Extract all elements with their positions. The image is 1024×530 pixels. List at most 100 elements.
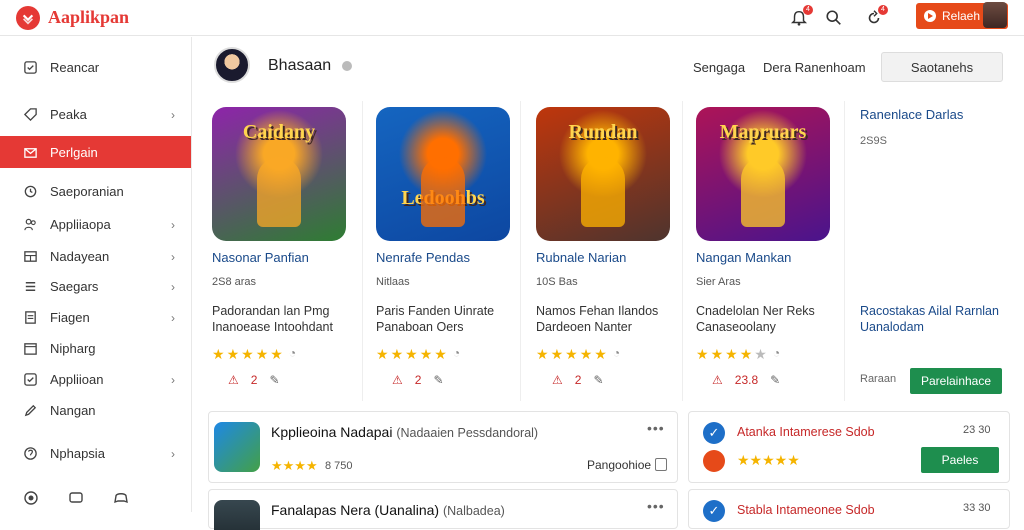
user-avatar[interactable]: [983, 2, 1007, 28]
star-icon: ★: [212, 346, 225, 362]
app-artwork[interactable]: Ledoohbs: [376, 107, 510, 241]
star-icon: ★: [376, 346, 389, 362]
chat-icon[interactable]: [67, 489, 85, 507]
notification-bell-icon[interactable]: 4: [787, 5, 813, 30]
promo-title[interactable]: Ranenlace Darlas: [860, 107, 963, 122]
app-name[interactable]: Rubnale Narian: [536, 250, 626, 265]
search-icon[interactable]: [822, 6, 846, 30]
mail-icon: [22, 144, 38, 160]
checkbox-icon: [22, 59, 38, 75]
sidebar-item[interactable]: Nphapsia ›: [0, 437, 191, 469]
app-stats: ⚠ 2 ✎: [392, 373, 444, 387]
checkbox-icon: [22, 371, 38, 387]
pen-icon[interactable]: ✎: [269, 373, 279, 387]
sidebar-item[interactable]: Nadayean ›: [0, 240, 191, 272]
rating-count: 8 750: [325, 460, 353, 472]
app-artwork[interactable]: Caidany: [212, 107, 346, 241]
app-description: Padorandan lan Pmg Inanoease Intoohdant: [212, 304, 333, 334]
promo-desc[interactable]: Racostakas Ailal Rarnlan Uanalodam: [860, 303, 1010, 335]
star-icon: ★: [579, 346, 593, 362]
app-card[interactable]: Caidany Nasonar Panfian 2S8 aras Padorandan…: [192, 97, 352, 437]
news-count: 23 30: [963, 424, 991, 436]
comment-icon[interactable]: ◔: [773, 346, 780, 363]
divider: [362, 101, 363, 401]
grid-icon: [22, 248, 38, 264]
sidebar-item[interactable]: Appliiaopa ›: [0, 208, 191, 240]
artwork-title: Caidany: [242, 121, 316, 143]
hero-figure: [421, 157, 465, 227]
alert-icon: ⚠: [392, 373, 403, 387]
sidebar-item-label: Perlgain: [50, 144, 98, 160]
app-artwork[interactable]: Mapruars: [696, 107, 830, 241]
comment-icon[interactable]: ◔: [453, 346, 460, 363]
record-icon[interactable]: [22, 489, 40, 507]
sidebar-item[interactable]: Nipharg: [0, 332, 191, 364]
header-button[interactable]: Saotanehs: [881, 52, 1003, 82]
sidebar-item-label: Peaka: [50, 106, 87, 122]
star-icon: ★: [226, 346, 240, 362]
stat-value: 2: [574, 373, 582, 387]
main-content: Bhasaan Sengaga Dera Ranenhoam Saotanehs…: [192, 37, 1024, 530]
list-sub: (Nadaaien Pessdandoral): [396, 426, 539, 440]
refresh-icon[interactable]: 4: [862, 5, 888, 30]
promo-panel: Ranenlace Darlas 2S9S Racostakas Ailal R…: [860, 97, 1010, 427]
list-item[interactable]: Kpplieoina Nadapai (Nadaaien Pessdandora…: [208, 411, 678, 483]
history-icon: [22, 183, 38, 199]
list-item[interactable]: Fanalapas Nera (Uanalina) (Nalbadea) •••: [208, 489, 678, 530]
header-link-1[interactable]: Sengaga: [693, 60, 745, 75]
star-icon: ★: [594, 346, 607, 362]
news-item[interactable]: ✓ Atanka Intamerese Sdob 23 30 ★★★★★ Pae…: [688, 411, 1010, 483]
promo-button[interactable]: Parelainhace: [910, 368, 1002, 394]
list-title: Fanalapas Nera (Uanalina): [271, 502, 440, 518]
lock-icon: [655, 458, 667, 471]
top-bar: Aaplikpan 4 4 Relaeh: [0, 0, 1024, 36]
news-button[interactable]: Paeles: [921, 447, 999, 473]
sidebar: Reancar Peaka › Perlgain Saeporanian Appliiao…: [0, 37, 192, 512]
sidebar-item[interactable]: Perlgain: [0, 136, 191, 168]
sidebar-item[interactable]: Reancar: [0, 51, 191, 83]
alert-icon: ⚠: [552, 373, 563, 387]
app-meta: Sier Aras: [696, 276, 741, 288]
check-icon: ✓: [703, 422, 725, 444]
app-card[interactable]: Ledoohbs Nenrafe Pendas Nitlaas Paris Fande…: [356, 97, 516, 437]
list-action[interactable]: Pangoohioe: [587, 458, 651, 472]
app-logo-icon[interactable]: [16, 6, 40, 30]
app-description: Paris Fanden Uinrate Panaboan Oers: [376, 304, 495, 334]
more-icon[interactable]: •••: [647, 420, 665, 436]
sidebar-item[interactable]: Nangan: [0, 394, 191, 426]
sidebar-item[interactable]: Saegars ›: [0, 270, 191, 302]
divider: [844, 101, 845, 401]
app-name[interactable]: Nangan Mankan: [696, 250, 791, 265]
play-icon: [924, 10, 936, 22]
list-title: Kpplieoina Nadapai: [271, 424, 393, 440]
header-link-2[interactable]: Dera Ranenhoam: [763, 60, 866, 75]
comment-icon[interactable]: ◔: [289, 346, 296, 363]
pen-icon[interactable]: ✎: [433, 373, 443, 387]
app-name[interactable]: Nasonar Panfian: [212, 250, 309, 265]
refresh-icon[interactable]: ✎: [593, 373, 603, 387]
sidebar-item[interactable]: Saeporanian: [0, 175, 191, 207]
app-card[interactable]: Mapruars Nangan Mankan Sier Aras Cnadelolan…: [676, 97, 836, 437]
app-card[interactable]: Rundan Rubnale Narian 10S Bas Namos Fehan I…: [516, 97, 676, 437]
sidebar-item-label: Nangan: [50, 402, 96, 418]
sidebar-item[interactable]: Peaka ›: [0, 98, 191, 130]
app-artwork[interactable]: Rundan: [536, 107, 670, 241]
chevron-right-icon: ›: [171, 108, 175, 122]
news-item[interactable]: ✓ Stabla Intameonee Sdob 33 30: [688, 489, 1010, 529]
star-icon: ★: [550, 346, 564, 362]
app-description: Cnadelolan Ner Reks Canaseoolany: [696, 304, 815, 334]
sidebar-item[interactable]: Appliioan ›: [0, 363, 191, 395]
people-icon: [22, 216, 38, 232]
sidebar-item[interactable]: Fiagen ›: [0, 301, 191, 333]
app-thumbnail: [214, 500, 260, 530]
help-icon: [22, 445, 38, 461]
divider: [520, 101, 521, 401]
app-name[interactable]: Nenrafe Pendas: [376, 250, 470, 265]
profile-avatar[interactable]: [214, 47, 250, 83]
gamepad-icon[interactable]: [112, 489, 130, 507]
stat-value: 2: [414, 373, 422, 387]
comment-icon[interactable]: ◔: [613, 346, 620, 363]
star-icon: ★: [725, 346, 738, 362]
badge-icon[interactable]: ✎: [770, 373, 780, 387]
star-icon: ★: [754, 346, 767, 362]
